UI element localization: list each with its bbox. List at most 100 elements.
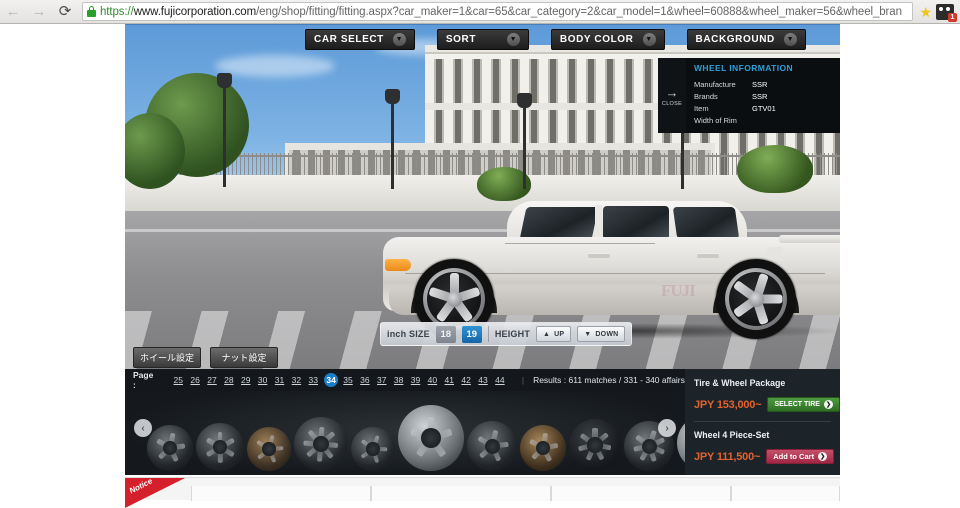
- select-tire-button[interactable]: SELECT TIRE ❯: [767, 397, 840, 412]
- height-up-button[interactable]: ▲ UP: [536, 326, 572, 342]
- pager-separator: |: [521, 375, 525, 385]
- chevron-down-icon: ▼: [506, 32, 520, 46]
- wheel-information-table: Manufacture SSR Brands SSR Item GTV01 Wi…: [694, 78, 832, 126]
- row-key: Manufacture: [694, 79, 736, 89]
- rear-wheel: [716, 259, 796, 339]
- list-item[interactable]: [569, 419, 621, 471]
- row-value: [752, 114, 832, 126]
- page-link-43[interactable]: 43: [475, 375, 491, 385]
- sort-button[interactable]: SORT ▼: [436, 28, 529, 50]
- list-item[interactable]: [467, 421, 517, 471]
- footer-box[interactable]: [551, 486, 731, 501]
- purchase-panel: Tire & Wheel Package JPY 153,000~ SELECT…: [685, 369, 840, 475]
- list-item[interactable]: [196, 423, 244, 471]
- car-select-label: CAR SELECT: [314, 33, 384, 45]
- row-key: Width of Rim: [694, 115, 737, 125]
- row-value: SSR: [752, 79, 768, 89]
- page-link-37[interactable]: 37: [374, 375, 390, 385]
- nut-settings-button[interactable]: ナット設定: [210, 347, 278, 368]
- size-option-19[interactable]: 19: [461, 325, 482, 343]
- page-link-29[interactable]: 29: [238, 375, 254, 385]
- table-row: Manufacture SSR: [694, 78, 832, 90]
- list-item[interactable]: [398, 405, 464, 471]
- simulator-scene: FUJI CAR SELECT ▼ SORT ▼ BODY COLOR ▼ BA…: [125, 25, 840, 369]
- carousel-next-button[interactable]: ›: [658, 419, 676, 437]
- simulator-toolbar: CAR SELECT ▼ SORT ▼ BODY COLOR ▼ BACKGRO…: [125, 28, 840, 50]
- inch-size-label: inch SIZE: [387, 329, 430, 339]
- car-select-button[interactable]: CAR SELECT ▼: [305, 28, 415, 50]
- page-link-34-active[interactable]: 34: [324, 373, 339, 387]
- footer-box[interactable]: [731, 486, 840, 501]
- table-row: Width of Rim: [694, 114, 832, 126]
- add-to-cart-button[interactable]: Add to Cart ❯: [766, 449, 835, 464]
- page-link-33[interactable]: 33: [305, 375, 321, 385]
- bookmark-star-icon[interactable]: ★: [919, 5, 932, 19]
- page-link-31[interactable]: 31: [272, 375, 288, 385]
- fuel-cap: [767, 247, 783, 261]
- fitting-simulator: FUJI CAR SELECT ▼ SORT ▼ BODY COLOR ▼ BA…: [125, 25, 840, 475]
- page-link-36[interactable]: 36: [357, 375, 373, 385]
- page-link-35[interactable]: 35: [340, 375, 356, 385]
- background-button[interactable]: BACKGROUND ▼: [686, 28, 806, 50]
- lock-icon: [87, 6, 96, 17]
- reload-icon[interactable]: ⟳: [52, 0, 78, 24]
- address-bar[interactable]: https://www.fujicorporation.com/eng/shop…: [82, 2, 914, 21]
- forward-arrow-icon[interactable]: →: [26, 0, 52, 24]
- table-row: Brands SSR: [694, 90, 832, 102]
- height-down-button[interactable]: ▼ DOWN: [577, 326, 626, 342]
- tire-wheel-package-row: JPY 153,000~ SELECT TIRE ❯: [694, 397, 840, 412]
- row-key: Brands: [694, 91, 718, 101]
- size-height-bar: inch SIZE 18 19 HEIGHT ▲ UP ▼ DOWN: [380, 322, 633, 346]
- page-link-39[interactable]: 39: [408, 375, 424, 385]
- table-row: Item GTV01: [694, 102, 832, 114]
- divider: [694, 421, 831, 422]
- page-link-26[interactable]: 26: [187, 375, 203, 385]
- list-item[interactable]: [247, 427, 291, 471]
- body-color-button[interactable]: BODY COLOR ▼: [550, 28, 665, 50]
- page-link-42[interactable]: 42: [458, 375, 474, 385]
- down-arrow-icon: ▼: [584, 330, 592, 338]
- page-link-44[interactable]: 44: [492, 375, 508, 385]
- package-price: JPY 153,000~: [694, 398, 762, 411]
- page-link-41[interactable]: 41: [441, 375, 457, 385]
- lamp-post: [385, 89, 400, 189]
- list-item[interactable]: [351, 427, 395, 471]
- url-path: /eng/shop/fitting/fitting.aspx?car_maker…: [256, 5, 902, 18]
- chevron-right-icon: ❯: [823, 400, 833, 409]
- footer-box[interactable]: [191, 486, 371, 501]
- page-link-32[interactable]: 32: [288, 375, 304, 385]
- row-value: GTV01: [752, 103, 776, 113]
- chevron-down-icon: ▼: [783, 32, 797, 46]
- body-watermark: FUJI: [661, 281, 696, 300]
- list-item[interactable]: [520, 425, 566, 471]
- tire-wheel-package-title: Tire & Wheel Package: [694, 378, 786, 388]
- carousel-prev-button[interactable]: ‹: [134, 419, 152, 437]
- list-item[interactable]: [294, 417, 348, 471]
- wheel-set-title: Wheel 4 Piece-Set: [694, 430, 770, 440]
- wheel-thumbnail-list: [147, 395, 685, 471]
- list-item[interactable]: [147, 425, 193, 471]
- row-key: Item: [694, 103, 709, 113]
- url-host: www.fujicorporation.com: [133, 5, 257, 18]
- page-link-30[interactable]: 30: [255, 375, 271, 385]
- size-option-18[interactable]: 18: [435, 325, 456, 343]
- close-label: CLOSE: [661, 101, 683, 107]
- page-link-27[interactable]: 27: [204, 375, 220, 385]
- list-item[interactable]: [677, 415, 685, 471]
- wheel-settings-button[interactable]: ホイール設定: [133, 347, 201, 368]
- page-link-40[interactable]: 40: [424, 375, 440, 385]
- page-link-38[interactable]: 38: [391, 375, 407, 385]
- wheel-carousel: ‹ ›: [125, 391, 685, 475]
- back-arrow-icon[interactable]: ←: [0, 0, 26, 24]
- divider: [487, 326, 489, 342]
- footer-box[interactable]: [371, 486, 551, 501]
- door-handle: [588, 253, 610, 258]
- car-front-window: [519, 207, 599, 240]
- page-footer-area: Notice: [125, 477, 840, 508]
- car-rear-window: [603, 206, 669, 240]
- page-link-25[interactable]: 25: [170, 375, 186, 385]
- close-panel-button[interactable]: → CLOSE: [658, 58, 686, 133]
- extension-icon[interactable]: 1: [936, 3, 957, 22]
- page-link-28[interactable]: 28: [221, 375, 237, 385]
- background-label: BACKGROUND: [695, 33, 775, 45]
